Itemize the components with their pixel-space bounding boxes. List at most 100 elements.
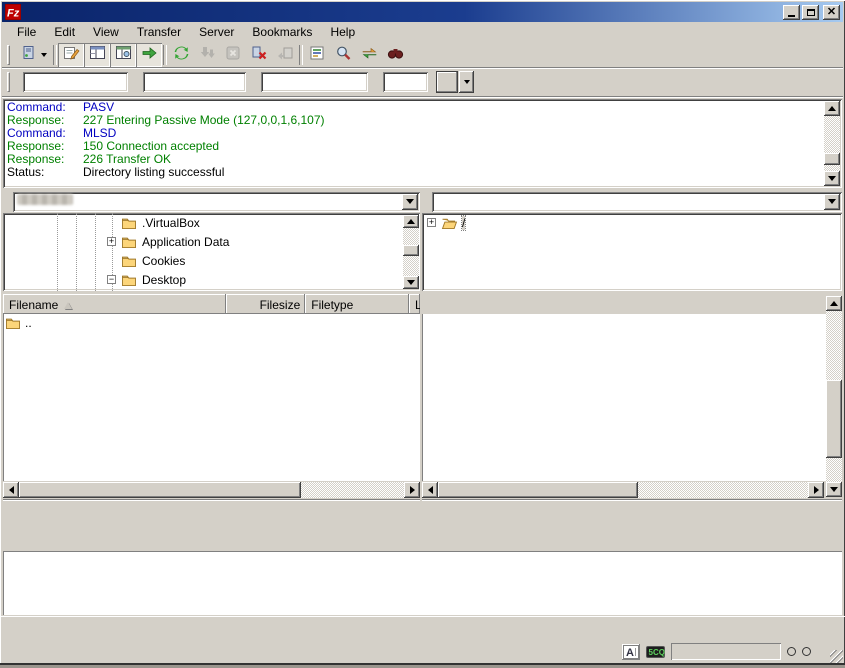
scroll-down-button[interactable] bbox=[403, 276, 419, 289]
procqueue-icon bbox=[199, 45, 216, 64]
local-status-text bbox=[3, 499, 420, 521]
tree-expander[interactable]: + bbox=[427, 218, 436, 227]
cancel-operation-button[interactable] bbox=[220, 43, 246, 67]
scroll-right-button[interactable] bbox=[404, 482, 420, 498]
sort-ascending-icon bbox=[64, 302, 72, 309]
folder-icon bbox=[121, 216, 138, 229]
password-input[interactable] bbox=[261, 72, 368, 92]
sync-browsing-button[interactable] bbox=[356, 43, 382, 67]
menu-item[interactable]: Transfer bbox=[128, 23, 190, 41]
filezilla-logo-icon: Fz bbox=[5, 4, 21, 20]
quickconnect-bar bbox=[2, 68, 843, 97]
scrollbar-thumb[interactable] bbox=[826, 380, 842, 458]
menu-item[interactable]: Help bbox=[321, 23, 364, 41]
queue-list[interactable] bbox=[3, 551, 842, 615]
compare-button[interactable] bbox=[330, 43, 356, 67]
queue-header bbox=[3, 531, 842, 551]
dropdown-arrow-icon[interactable] bbox=[41, 53, 47, 57]
data-type-indicator-icon[interactable]: A bbox=[622, 644, 640, 660]
menu-item[interactable]: Bookmarks bbox=[243, 23, 321, 41]
quickconnect-dropdown-button[interactable] bbox=[459, 71, 474, 93]
log-line: Status:Directory listing successful bbox=[7, 166, 822, 179]
menu-item[interactable]: Server bbox=[190, 23, 243, 41]
scroll-up-button[interactable] bbox=[824, 101, 840, 116]
scroll-right-button[interactable] bbox=[808, 482, 824, 498]
find-files-button[interactable] bbox=[382, 43, 408, 67]
toggle-local-tree-button[interactable] bbox=[84, 43, 110, 67]
folder-icon bbox=[5, 316, 22, 329]
speed-limit-indicator-icon[interactable]: 5CQ bbox=[646, 646, 665, 658]
local-hscrollbar[interactable] bbox=[3, 482, 420, 498]
remote-directory-tree: +/ bbox=[422, 213, 842, 291]
folder-icon bbox=[121, 254, 138, 267]
scroll-left-button[interactable] bbox=[422, 482, 438, 498]
reconnect-icon bbox=[277, 45, 294, 64]
column-header[interactable]: Filesize bbox=[226, 294, 305, 314]
scrollbar-thumb[interactable] bbox=[438, 482, 638, 498]
log-scrollbar[interactable] bbox=[824, 101, 840, 186]
column-header[interactable]: Filetype bbox=[305, 294, 409, 314]
queuetoggle-icon bbox=[141, 45, 158, 64]
queue-status bbox=[671, 643, 781, 660]
tree-item[interactable]: +/ bbox=[422, 213, 842, 232]
toggle-queue-button[interactable] bbox=[136, 43, 162, 67]
minimize-button[interactable] bbox=[783, 5, 800, 20]
toolbar-grip[interactable] bbox=[7, 45, 10, 65]
remote-hscrollbar[interactable] bbox=[422, 482, 824, 498]
quickconnect-grip[interactable] bbox=[7, 72, 10, 92]
refresh-button[interactable] bbox=[168, 43, 194, 67]
menubar: FileEditViewTransferServerBookmarksHelp bbox=[2, 22, 843, 42]
close-button[interactable]: ✕ bbox=[823, 5, 840, 20]
host-input[interactable] bbox=[23, 72, 128, 92]
process-queue-button[interactable] bbox=[194, 43, 220, 67]
..[interactable]: .. bbox=[3, 314, 420, 331]
scroll-left-button[interactable] bbox=[3, 482, 19, 498]
quickconnect-button[interactable] bbox=[436, 71, 458, 93]
scroll-up-button[interactable] bbox=[403, 215, 419, 228]
local-tree-scrollbar[interactable] bbox=[403, 215, 419, 289]
port-input[interactable] bbox=[383, 72, 428, 92]
tree-expander[interactable]: − bbox=[107, 275, 116, 284]
tree-item[interactable]: +Application Data bbox=[3, 232, 420, 251]
site-manager-button[interactable] bbox=[14, 43, 52, 67]
reconnect-button[interactable] bbox=[272, 43, 298, 67]
scrollbar-thumb[interactable] bbox=[824, 153, 840, 165]
local-file-list: .. bbox=[3, 314, 420, 481]
menu-item[interactable]: View bbox=[84, 23, 128, 41]
toggle-message-log-button[interactable] bbox=[58, 43, 84, 67]
local-site-row bbox=[3, 191, 420, 212]
statusbar: A 5CQ bbox=[0, 640, 845, 663]
menu-item[interactable]: Edit bbox=[45, 23, 84, 41]
combo-dropdown-icon[interactable] bbox=[402, 194, 418, 210]
username-input[interactable] bbox=[143, 72, 246, 92]
tree-expander[interactable]: + bbox=[107, 237, 116, 246]
remote-site-row bbox=[422, 191, 842, 212]
scroll-down-button[interactable] bbox=[826, 482, 842, 497]
remote-list-scrollbar[interactable] bbox=[826, 296, 842, 497]
toggle-remote-tree-button[interactable] bbox=[110, 43, 136, 67]
maximize-button[interactable] bbox=[802, 5, 819, 20]
column-header[interactable]: L bbox=[409, 294, 420, 314]
folder-icon bbox=[121, 235, 138, 248]
titlebar[interactable]: Fz ✕ bbox=[2, 2, 843, 22]
redacted-username bbox=[17, 194, 73, 205]
resize-grip[interactable] bbox=[830, 650, 843, 663]
tree-item[interactable]: Cookies bbox=[3, 251, 420, 270]
tree-item[interactable]: .VirtualBox bbox=[3, 213, 420, 232]
local-site-combo[interactable] bbox=[13, 192, 420, 212]
treelocal-icon bbox=[89, 45, 106, 64]
scrollbar-thumb[interactable] bbox=[403, 245, 419, 256]
window-bottom-edge bbox=[0, 663, 845, 668]
scroll-down-button[interactable] bbox=[824, 171, 840, 186]
scrollbar-thumb[interactable] bbox=[19, 482, 301, 498]
tree-item[interactable]: −Desktop bbox=[3, 270, 420, 289]
local-list-header: FilenameFilesizeFiletypeL bbox=[3, 294, 420, 314]
menu-item[interactable]: File bbox=[8, 23, 45, 41]
scroll-up-button[interactable] bbox=[826, 296, 842, 311]
column-header[interactable]: Filename bbox=[3, 294, 226, 314]
filter-button[interactable] bbox=[304, 43, 330, 67]
svg-text:5CQ: 5CQ bbox=[649, 648, 665, 657]
disconnect-button[interactable] bbox=[246, 43, 272, 67]
remote-site-combo[interactable] bbox=[432, 192, 842, 212]
combo-dropdown-icon[interactable] bbox=[824, 194, 840, 210]
